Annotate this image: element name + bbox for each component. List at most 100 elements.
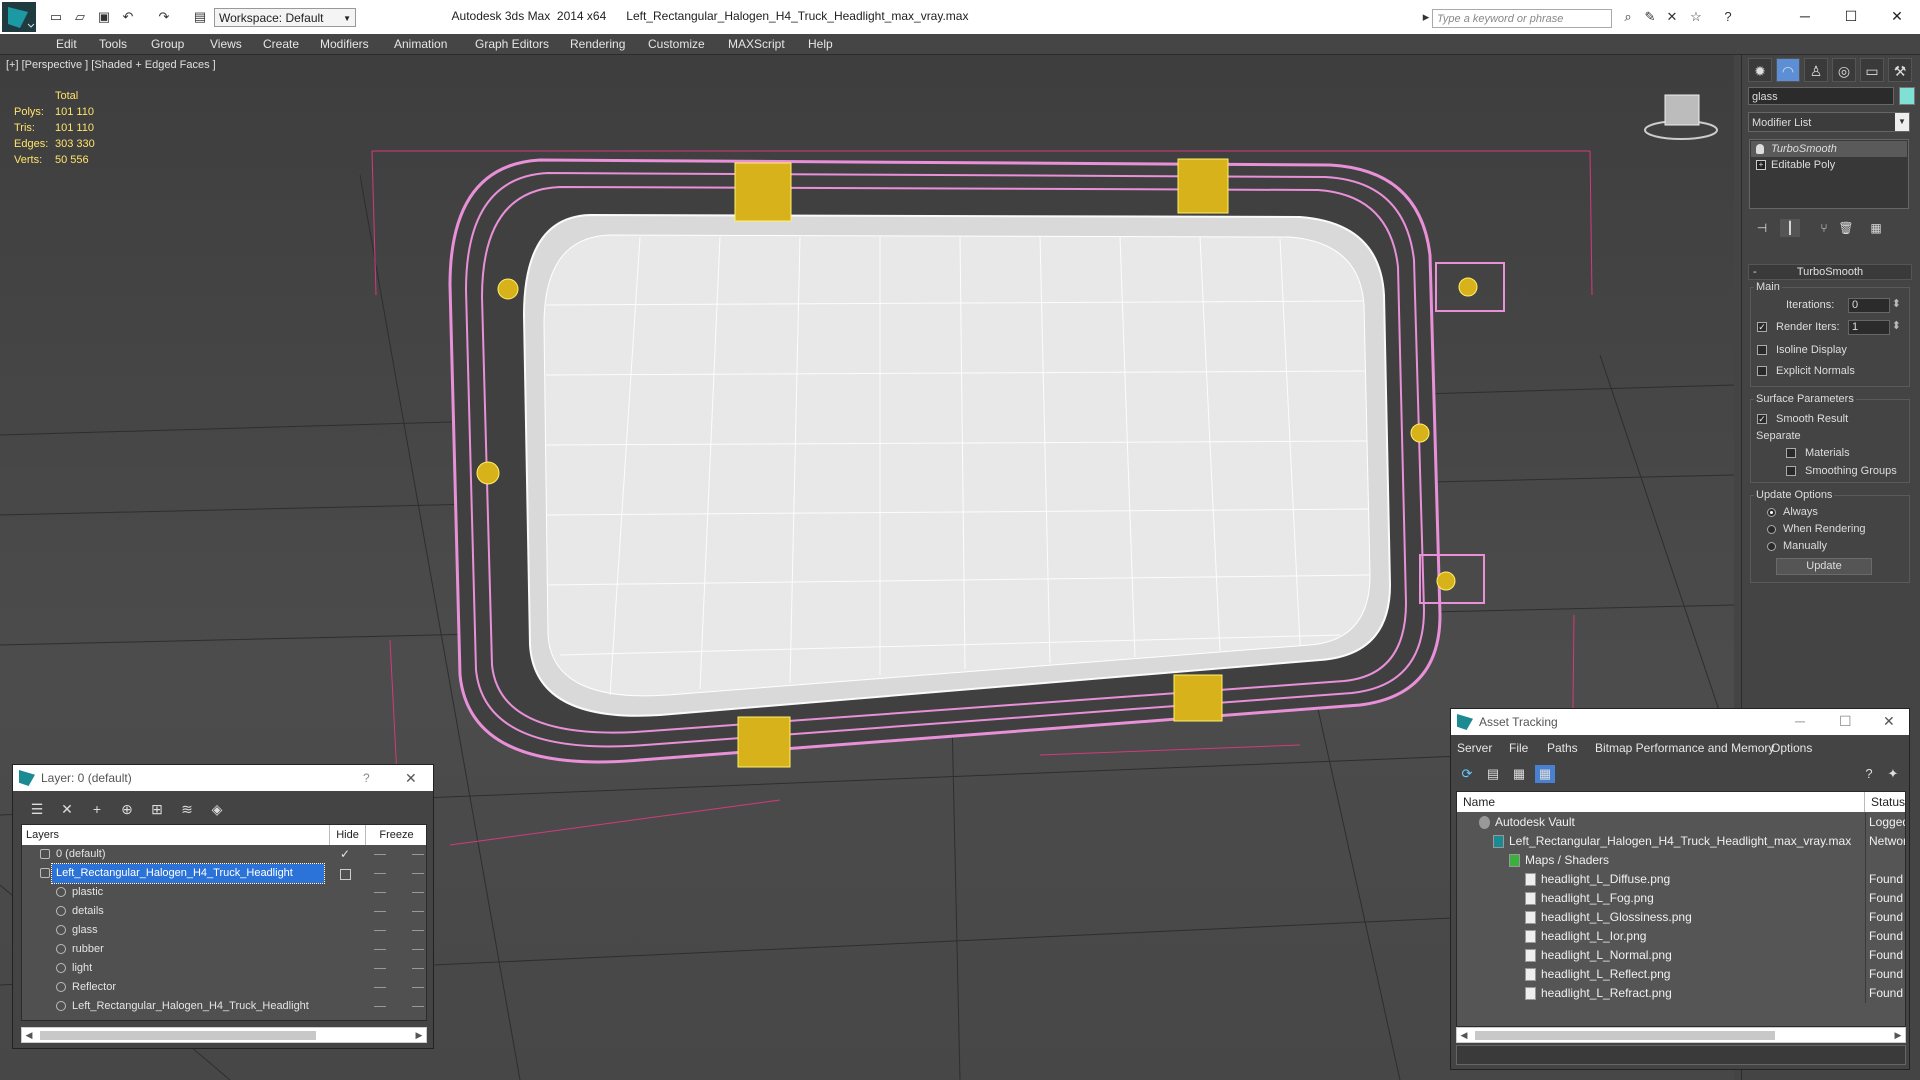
modify-tab-icon[interactable]: ◠: [1776, 58, 1800, 82]
hide-toggle[interactable]: [374, 968, 386, 969]
freeze-toggle[interactable]: [412, 1006, 424, 1007]
menu-file[interactable]: File: [1509, 741, 1528, 755]
scroll-left-icon[interactable]: ◀: [1457, 1028, 1471, 1042]
close-icon[interactable]: ✕: [1883, 713, 1895, 730]
list-view-icon[interactable]: ▤: [1483, 765, 1503, 783]
menu-tools[interactable]: Tools: [99, 37, 127, 51]
menu-graph-editors[interactable]: Graph Editors: [475, 37, 549, 51]
iterations-spinner[interactable]: 0: [1848, 298, 1901, 313]
freeze-toggle[interactable]: [412, 968, 424, 969]
scroll-right-icon[interactable]: ▶: [412, 1028, 426, 1042]
update-when-rendering-radio[interactable]: [1767, 525, 1776, 534]
freeze-toggle[interactable]: [412, 987, 424, 988]
hide-all-layers-icon[interactable]: ◈: [207, 799, 227, 819]
smooth-result-checkbox[interactable]: ✓: [1757, 414, 1767, 424]
remove-modifier-icon[interactable]: 🗑: [1836, 219, 1856, 237]
asset-row[interactable]: headlight_L_Diffuse.png Found: [1457, 870, 1905, 889]
active-layer-check-icon[interactable]: ✓: [340, 845, 350, 864]
hide-toggle[interactable]: [374, 854, 386, 855]
hierarchy-tab-icon[interactable]: ♙: [1804, 58, 1828, 82]
menu-bitmap-performance[interactable]: Bitmap Performance and Memory: [1595, 741, 1774, 755]
layer-settings-icon[interactable]: ☰: [27, 799, 47, 819]
render-iters-checkbox[interactable]: ✓: [1757, 322, 1767, 332]
utilities-tab-icon[interactable]: ⚒: [1888, 58, 1912, 82]
menu-views[interactable]: Views: [210, 37, 242, 51]
scroll-left-icon[interactable]: ◀: [22, 1028, 36, 1042]
menu-paths[interactable]: Paths: [1547, 741, 1578, 755]
stack-item-turbosmooth[interactable]: TurboSmooth: [1751, 141, 1907, 157]
asset-row[interactable]: headlight_L_Reflect.png Found: [1457, 965, 1905, 984]
layer-row[interactable]: rubber: [22, 940, 426, 959]
freeze-toggle[interactable]: [412, 949, 424, 950]
favorites-star-icon[interactable]: ☆: [1688, 9, 1704, 25]
column-header-hide[interactable]: Hide: [330, 825, 366, 845]
menu-modifiers[interactable]: Modifiers: [320, 37, 369, 51]
explicit-normals-checkbox[interactable]: [1757, 366, 1767, 376]
expand-plus-icon[interactable]: +: [1756, 160, 1766, 170]
menu-customize[interactable]: Customize: [648, 37, 705, 51]
layer-row[interactable]: Left_Rectangular_Halogen_H4_Truck_Headli…: [22, 997, 426, 1016]
help-icon[interactable]: ?: [363, 771, 370, 785]
freeze-toggle[interactable]: [412, 930, 424, 931]
minimize-icon[interactable]: ─: [1790, 6, 1820, 26]
turbosmooth-rollout-header[interactable]: - TurboSmooth: [1748, 264, 1912, 280]
column-header-layers[interactable]: Layers: [22, 825, 330, 845]
hide-toggle[interactable]: [374, 892, 386, 893]
hide-toggle[interactable]: [374, 949, 386, 950]
object-color-swatch[interactable]: [1899, 87, 1915, 105]
asset-row[interactable]: headlight_L_Normal.png Found: [1457, 946, 1905, 965]
highlight-selected-layer-icon[interactable]: ≋: [177, 799, 197, 819]
close-icon[interactable]: ✕: [1882, 6, 1912, 26]
asset-window-header[interactable]: Asset Tracking ─ ☐ ✕: [1451, 709, 1909, 735]
hide-toggle[interactable]: [374, 930, 386, 931]
smoothing-groups-checkbox[interactable]: [1786, 466, 1796, 476]
scroll-right-icon[interactable]: ▶: [1891, 1028, 1905, 1042]
close-icon[interactable]: ✕: [405, 770, 417, 787]
object-name-field[interactable]: glass: [1748, 87, 1894, 105]
update-button[interactable]: Update: [1776, 558, 1872, 575]
layer-row-selected[interactable]: Left_Rectangular_Halogen_H4_Truck_Headli…: [22, 863, 426, 884]
settings-icon[interactable]: ✦: [1883, 765, 1903, 783]
display-tab-icon[interactable]: ▭: [1860, 58, 1884, 82]
communication-icon[interactable]: ✎: [1642, 9, 1658, 25]
layer-row[interactable]: details: [22, 902, 426, 921]
binoculars-icon[interactable]: ⌕: [1620, 9, 1636, 25]
menu-group[interactable]: Group: [151, 37, 184, 51]
refresh-icon[interactable]: ⟳: [1457, 765, 1477, 783]
asset-row[interactable]: Left_Rectangular_Halogen_H4_Truck_Headli…: [1457, 832, 1905, 851]
freeze-toggle[interactable]: [412, 892, 424, 893]
update-manually-radio[interactable]: [1767, 542, 1776, 551]
make-unique-icon[interactable]: ⑂: [1814, 219, 1834, 237]
tools-icon[interactable]: ✕: [1664, 9, 1680, 25]
column-header-freeze[interactable]: Freeze: [366, 825, 426, 845]
thumbnail-view-icon[interactable]: ▦: [1509, 765, 1529, 783]
column-header-name[interactable]: Name: [1457, 792, 1865, 812]
set-current-layer-icon[interactable]: [340, 869, 351, 880]
freeze-toggle[interactable]: [412, 854, 424, 855]
create-layer-icon[interactable]: +: [87, 799, 107, 819]
lightbulb-icon[interactable]: [1756, 144, 1764, 154]
layer-row[interactable]: Reflector: [22, 978, 426, 997]
modifier-list-dropdown[interactable]: Modifier List ▼: [1748, 112, 1910, 132]
delete-layer-icon[interactable]: ✕: [57, 799, 77, 819]
minimize-icon[interactable]: ─: [1795, 713, 1805, 729]
maximize-icon[interactable]: ☐: [1839, 713, 1852, 730]
layer-row[interactable]: light: [22, 959, 426, 978]
freeze-toggle[interactable]: [412, 873, 424, 874]
isoline-display-checkbox[interactable]: [1757, 345, 1767, 355]
layer-row[interactable]: glass: [22, 921, 426, 940]
stack-item-editable-poly[interactable]: + Editable Poly: [1751, 157, 1907, 173]
menu-server[interactable]: Server: [1457, 741, 1492, 755]
materials-checkbox[interactable]: [1786, 448, 1796, 458]
asset-horizontal-scrollbar[interactable]: ◀ ▶: [1456, 1027, 1906, 1043]
update-always-radio[interactable]: [1767, 508, 1776, 517]
viewport-label[interactable]: [+] [Perspective ] [Shaded + Edged Faces…: [6, 59, 216, 71]
table-view-icon[interactable]: ▦: [1535, 765, 1555, 783]
asset-row[interactable]: headlight_L_Ior.png Found: [1457, 927, 1905, 946]
maximize-icon[interactable]: ☐: [1836, 6, 1866, 26]
layer-window-header[interactable]: Layer: 0 (default) ? ✕: [13, 765, 433, 791]
show-end-result-icon[interactable]: ┃: [1780, 219, 1800, 237]
layer-row[interactable]: 0 (default) ✓: [22, 845, 426, 864]
menu-options[interactable]: Options: [1771, 741, 1812, 755]
add-selected-to-layer-icon[interactable]: ⊕: [117, 799, 137, 819]
